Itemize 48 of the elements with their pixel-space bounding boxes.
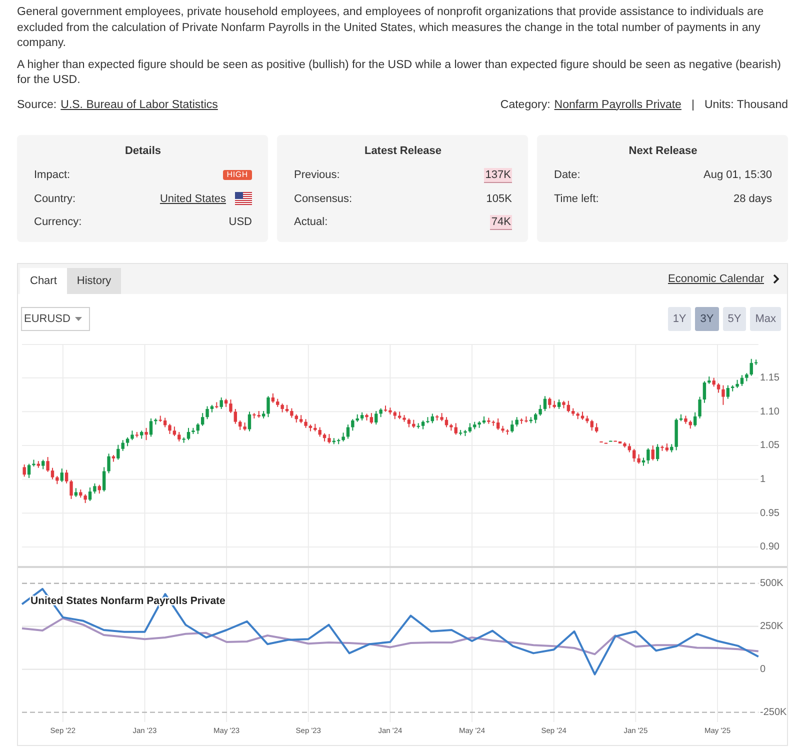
- field-value: Aug 01, 15:30: [703, 169, 772, 182]
- field-value: USD: [228, 216, 252, 228]
- source-label: Source:: [17, 98, 57, 112]
- card-title: Details: [124, 144, 162, 158]
- axis-label: 250K: [760, 620, 784, 632]
- range-button[interactable]: Max: [750, 306, 781, 330]
- card-title: Next Release: [628, 144, 698, 158]
- field-label: Date:: [554, 169, 580, 182]
- tab[interactable]: Chart: [20, 268, 67, 294]
- range-button[interactable]: 5Y: [722, 306, 746, 330]
- field-label: Country:: [34, 192, 76, 205]
- field-value: 74K: [490, 214, 512, 230]
- axis-label: 1.15: [760, 372, 780, 383]
- field-value: 28 days: [733, 192, 772, 205]
- chevron-right-icon: [773, 274, 779, 284]
- caret-down-icon: [75, 316, 82, 320]
- field-label: Time left:: [554, 192, 599, 205]
- range-button[interactable]: 3Y: [695, 306, 719, 330]
- field-label: Impact:: [34, 169, 70, 182]
- range-button[interactable]: 1Y: [668, 306, 692, 330]
- country-link[interactable]: United States: [160, 192, 226, 205]
- field-label: Currency:: [34, 216, 82, 228]
- field-value: 137K: [484, 168, 512, 183]
- axis-label: 0: [760, 663, 766, 674]
- field-label: Previous:: [294, 169, 340, 182]
- card-title: Latest Release: [363, 144, 443, 158]
- axis-label: 0.95: [760, 507, 780, 518]
- field-value: 105K: [486, 192, 512, 205]
- axis-label: 1.10: [760, 406, 780, 417]
- economic-calendar-link[interactable]: Economic Calendar: [668, 272, 787, 284]
- tab[interactable]: History: [66, 268, 122, 294]
- axis-label: 1.05: [760, 440, 780, 451]
- separator-text: |: [691, 98, 694, 112]
- axis-label: 500K: [760, 578, 784, 589]
- impact-badge: HIGH: [222, 170, 252, 180]
- axis-label: 1: [760, 474, 766, 484]
- field-label: Actual:: [294, 216, 328, 228]
- flag-icon: [235, 192, 252, 206]
- category-label: Category:: [500, 98, 550, 112]
- axis-label: -250K: [760, 706, 787, 718]
- field-label: Consensus:: [294, 192, 352, 205]
- category-link[interactable]: Nonfarm Payrolls Private: [554, 96, 682, 112]
- description-paragraph: General government employees, private household employees, and employees of nonprofit organizations that provide assistance to individuals are excluded from the calculation of Private Nonfarm Payrolls in the United States, which measures the change in the total number of payments in any company.: [17, 5, 765, 51]
- source-link[interactable]: U.S. Bureau of Labor Statistics: [60, 96, 218, 112]
- axis-label: 0.90: [760, 541, 780, 552]
- units-text: Units: Thousand: [704, 98, 788, 112]
- symbol-select[interactable]: EURUSD: [21, 306, 90, 330]
- description-paragraph: A higher than expected figure should be seen as positive (bullish) for the USD while a lower than expected figure should be seen as negative (bearish) for the USD.: [17, 58, 782, 88]
